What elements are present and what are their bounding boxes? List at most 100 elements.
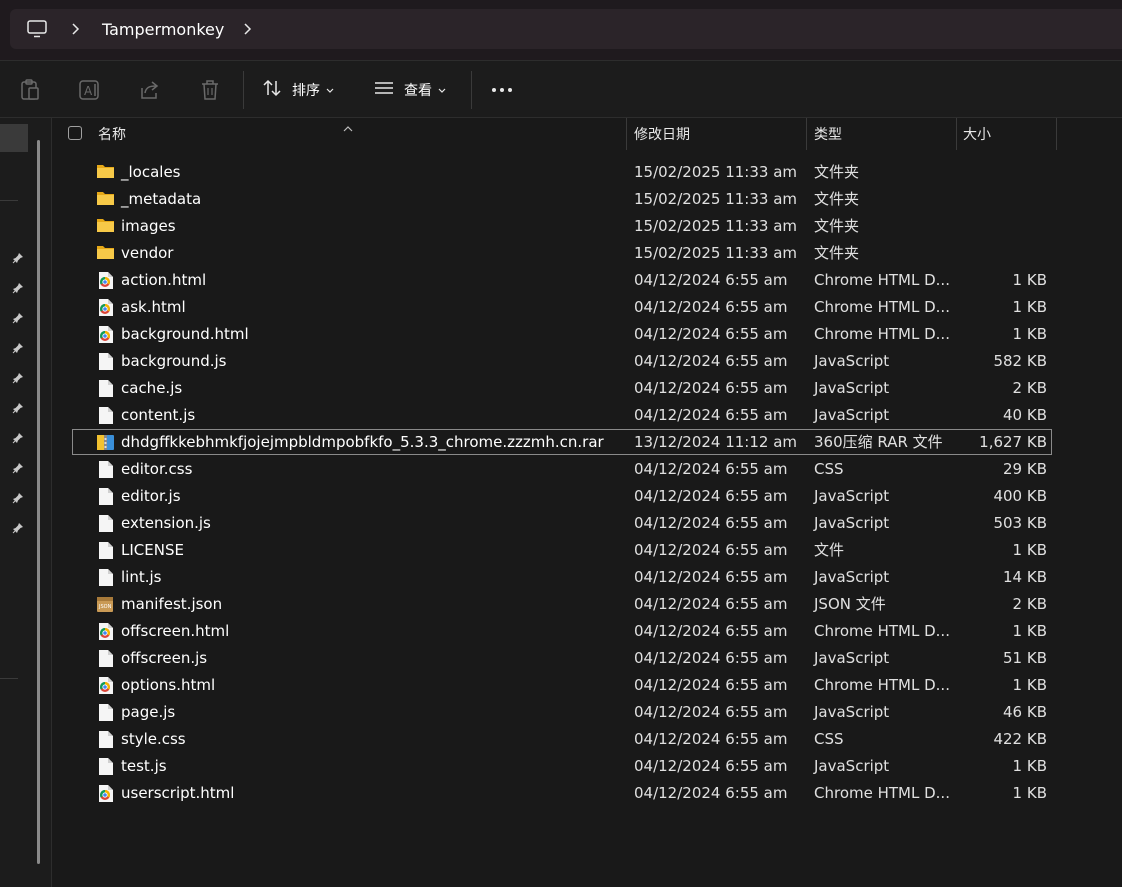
file-date: 15/02/2025 11:33 am xyxy=(634,217,798,235)
file-type: JavaScript xyxy=(814,352,890,370)
file-row[interactable]: page.js 04/12/2024 6:55 am JavaScript 46 KB xyxy=(52,699,1122,726)
pin-icon[interactable] xyxy=(11,281,25,295)
delete-icon[interactable] xyxy=(199,79,221,101)
breadcrumb-tampermonkey[interactable]: Tampermonkey xyxy=(102,20,224,39)
file-row[interactable]: ask.html 04/12/2024 6:55 am Chrome HTML D.… xyxy=(52,294,1122,321)
nav-selected-item[interactable] xyxy=(0,124,28,152)
file-row[interactable]: vendor 15/02/2025 11:33 am 文件夹 xyxy=(52,240,1122,267)
file-row[interactable]: dhdgffkkebhmkfjojejmpbldmpobfkfo_5.3.3_c… xyxy=(52,429,1122,456)
file-row[interactable]: action.html 04/12/2024 6:55 am Chrome HTML… xyxy=(52,267,1122,294)
file-type: JavaScript xyxy=(814,406,890,424)
column-header: 名称 修改日期 类型 大小 xyxy=(52,118,1122,150)
column-size[interactable]: 大小 xyxy=(963,118,991,150)
file-row[interactable]: editor.js 04/12/2024 6:55 am JavaScript 400… xyxy=(52,483,1122,510)
file-row[interactable]: background.js 04/12/2024 6:55 am JavaScrip… xyxy=(52,348,1122,375)
file-type: 文件夹 xyxy=(814,190,860,208)
chrome-html-icon xyxy=(98,271,117,289)
file-name: page.js xyxy=(121,703,176,721)
file-row[interactable]: _locales 15/02/2025 11:33 am 文件夹 xyxy=(52,159,1122,186)
file-date: 04/12/2024 6:55 am xyxy=(634,676,788,694)
pin-icon[interactable] xyxy=(11,491,25,505)
column-name[interactable]: 名称 xyxy=(98,118,126,150)
column-divider[interactable] xyxy=(806,118,807,150)
address-area: Tampermonkey xyxy=(0,0,1122,60)
file-row[interactable]: content.js 04/12/2024 6:55 am JavaScript 40… xyxy=(52,402,1122,429)
file-date: 04/12/2024 6:55 am xyxy=(634,352,788,370)
chevron-right-icon[interactable] xyxy=(242,23,256,35)
column-type[interactable]: 类型 xyxy=(814,118,842,150)
file-name: offscreen.js xyxy=(121,649,208,667)
computer-icon[interactable] xyxy=(26,18,48,40)
file-size: 1 KB xyxy=(1012,784,1047,802)
file-row[interactable]: offscreen.html 04/12/2024 6:55 am Chrome H… xyxy=(52,618,1122,645)
file-row[interactable]: LICENSE 04/12/2024 6:55 am 文件 1 KB xyxy=(52,537,1122,564)
file-row[interactable]: offscreen.js 04/12/2024 6:55 am JavaScript… xyxy=(52,645,1122,672)
share-icon[interactable] xyxy=(139,79,161,101)
column-date[interactable]: 修改日期 xyxy=(634,118,690,150)
rename-icon[interactable]: A xyxy=(79,79,101,101)
chevron-right-icon[interactable] xyxy=(70,23,84,35)
file-size: 14 KB xyxy=(1003,568,1047,586)
pin-icon[interactable] xyxy=(11,251,25,265)
select-all-checkbox[interactable] xyxy=(68,126,82,140)
pin-icon[interactable] xyxy=(11,311,25,325)
file-row[interactable]: editor.css 04/12/2024 6:55 am CSS 29 KB xyxy=(52,456,1122,483)
file-size: 1 KB xyxy=(1012,325,1047,343)
file-date: 04/12/2024 6:55 am xyxy=(634,649,788,667)
chrome-html-icon xyxy=(98,298,117,316)
toolbar-separator xyxy=(243,71,244,109)
file-row[interactable]: options.html 04/12/2024 6:55 am Chrome HTM… xyxy=(52,672,1122,699)
file-icon xyxy=(98,649,117,667)
file-row[interactable]: test.js 04/12/2024 6:55 am JavaScript 1 KB xyxy=(52,753,1122,780)
file-row[interactable]: extension.js 04/12/2024 6:55 am JavaScript… xyxy=(52,510,1122,537)
file-size: 422 KB xyxy=(993,730,1047,748)
svg-text:JSON: JSON xyxy=(98,604,112,610)
column-divider[interactable] xyxy=(626,118,627,150)
pin-icon[interactable] xyxy=(11,341,25,355)
file-name: test.js xyxy=(121,757,167,775)
file-name: background.js xyxy=(121,352,227,370)
file-row[interactable]: background.html 04/12/2024 6:55 am Chrome … xyxy=(52,321,1122,348)
paste-icon[interactable] xyxy=(19,79,41,101)
sort-button[interactable]: 排序 xyxy=(262,75,334,105)
view-button[interactable]: 查看 xyxy=(374,75,446,105)
pin-icon[interactable] xyxy=(11,461,25,475)
file-name: options.html xyxy=(121,676,216,694)
sort-ascending-icon xyxy=(342,118,354,137)
column-divider[interactable] xyxy=(1056,118,1057,150)
pin-icon[interactable] xyxy=(11,371,25,385)
file-row[interactable]: _metadata 15/02/2025 11:33 am 文件夹 xyxy=(52,186,1122,213)
file-date: 04/12/2024 6:55 am xyxy=(634,379,788,397)
nav-divider xyxy=(0,200,18,201)
nav-divider xyxy=(0,678,18,679)
file-type: JavaScript xyxy=(814,379,890,397)
pin-icon[interactable] xyxy=(11,521,25,535)
nav-scrollbar[interactable] xyxy=(37,140,40,864)
file-row[interactable]: JSON manifest.json 04/12/2024 6:55 am JSON … xyxy=(52,591,1122,618)
file-icon xyxy=(98,406,117,424)
file-name: vendor xyxy=(121,244,174,262)
address-bar[interactable]: Tampermonkey xyxy=(10,9,1122,49)
file-name: images xyxy=(121,217,176,235)
column-divider[interactable] xyxy=(956,118,957,150)
file-date: 13/12/2024 11:12 am xyxy=(634,433,798,451)
more-icon[interactable] xyxy=(491,79,513,101)
file-type: JSON 文件 xyxy=(814,595,886,613)
file-date: 04/12/2024 6:55 am xyxy=(634,568,788,586)
file-size: 2 KB xyxy=(1012,379,1047,397)
file-row[interactable]: cache.js 04/12/2024 6:55 am JavaScript 2 KB xyxy=(52,375,1122,402)
file-size: 40 KB xyxy=(1003,406,1047,424)
pin-icon[interactable] xyxy=(11,401,25,415)
chevron-down-icon xyxy=(326,82,334,98)
file-row[interactable]: images 15/02/2025 11:33 am 文件夹 xyxy=(52,213,1122,240)
file-name: lint.js xyxy=(121,568,162,586)
file-row[interactable]: userscript.html 04/12/2024 6:55 am Chrome … xyxy=(52,780,1122,807)
pin-icon[interactable] xyxy=(11,431,25,445)
file-size: 29 KB xyxy=(1003,460,1047,478)
file-type: JavaScript xyxy=(814,703,890,721)
folder-icon xyxy=(96,190,115,208)
file-row[interactable]: style.css 04/12/2024 6:55 am CSS 422 KB xyxy=(52,726,1122,753)
file-size: 1 KB xyxy=(1012,271,1047,289)
file-row[interactable]: lint.js 04/12/2024 6:55 am JavaScript 14 KB xyxy=(52,564,1122,591)
file-date: 04/12/2024 6:55 am xyxy=(634,757,788,775)
